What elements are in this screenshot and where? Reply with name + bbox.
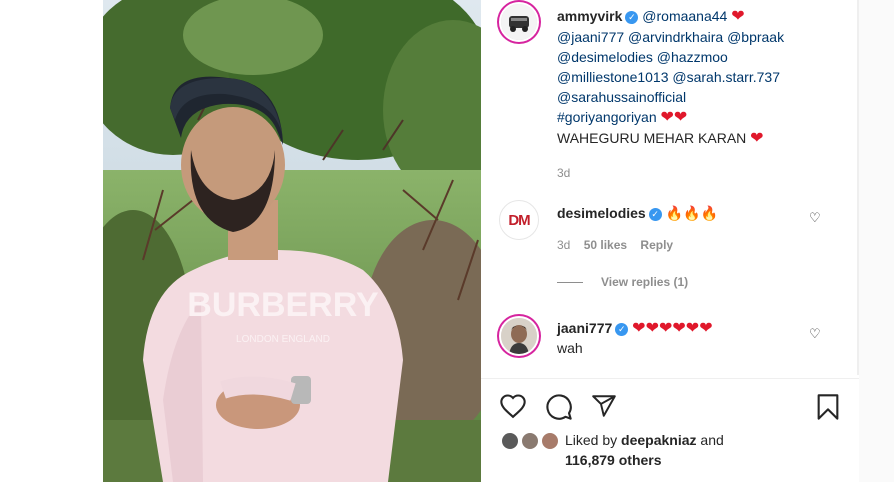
heart-emoji-icon: ❤ xyxy=(673,109,688,126)
author-username[interactable]: ammyvirk xyxy=(557,8,622,24)
liked-by-prefix: Liked by xyxy=(565,432,618,448)
caption-line[interactable]: @jaani777 @arvindrkhaira @bpraak xyxy=(557,27,852,47)
panel-divider xyxy=(481,378,859,379)
share-icon[interactable] xyxy=(590,393,618,419)
liker-avatar[interactable] xyxy=(500,431,520,451)
verified-icon: ✓ xyxy=(615,323,629,336)
caption-mention[interactable]: @romaana44 xyxy=(642,8,727,24)
caption-hashtag[interactable]: #goriyangoriyan xyxy=(557,109,657,125)
comment-body: jaani777 ✓ ❤❤❤❤❤❤ xyxy=(557,318,713,339)
caption-line[interactable]: @milliestone1013 @sarah.starr.737 xyxy=(557,67,852,87)
comment-like-icon[interactable]: ♡ xyxy=(809,326,821,342)
caption-text: WAHEGURU MEHAR KARAN xyxy=(557,130,747,146)
comment-body: desimelodies ✓ 🔥🔥🔥 xyxy=(557,203,718,223)
comment-meta: 3d 50 likes Reply xyxy=(557,238,673,252)
comment-avatar-text: DM xyxy=(508,211,530,229)
caption-line[interactable]: @sarahussainofficial xyxy=(557,87,852,107)
liker-avatar[interactable] xyxy=(520,431,540,451)
verified-icon: ✓ xyxy=(625,11,639,24)
shirt-brand-text: BURBERRY xyxy=(187,286,379,324)
comment-text: wah xyxy=(557,340,583,356)
comment-username[interactable]: jaani777 xyxy=(557,320,612,336)
caption-line[interactable]: @desimelodies @hazzmoo xyxy=(557,47,852,67)
heart-emoji-icon: ❤ xyxy=(660,109,674,126)
verified-icon: ✓ xyxy=(648,208,662,221)
right-page-background xyxy=(859,0,894,482)
liked-by-user[interactable]: deepakniaz xyxy=(621,432,696,448)
comment-username[interactable]: desimelodies xyxy=(557,205,646,221)
comment-icon[interactable] xyxy=(545,393,573,421)
heart-emoji-icon: ❤❤❤❤❤❤ xyxy=(632,320,713,337)
comment-avatar[interactable] xyxy=(499,316,539,356)
comment-likes[interactable]: 50 likes xyxy=(584,238,627,252)
bookmark-icon[interactable] xyxy=(815,393,841,421)
comment-avatar[interactable]: DM xyxy=(499,200,539,240)
liked-by-summary: Liked by deepakniaz and 116,879 others xyxy=(565,430,724,470)
comment-reply-button[interactable]: Reply xyxy=(640,238,673,252)
heart-emoji-icon: ❤ xyxy=(731,8,745,25)
liker-avatar[interactable] xyxy=(540,431,560,451)
comment-avatar-image xyxy=(501,318,537,354)
post-time[interactable]: 3d xyxy=(557,163,852,183)
comment-like-icon[interactable]: ♡ xyxy=(809,210,821,226)
liked-by-and: and xyxy=(700,432,724,448)
heart-emoji-icon: ❤ xyxy=(750,130,764,147)
fire-emoji-icon: 🔥🔥🔥 xyxy=(665,205,718,221)
replies-line xyxy=(557,282,583,283)
heart-icon[interactable] xyxy=(499,393,527,419)
video-frame: BURBERRY LONDON ENGLAND xyxy=(103,0,481,482)
shirt-brand-subtext: LONDON ENGLAND xyxy=(236,334,330,345)
author-avatar[interactable] xyxy=(499,2,539,42)
post-video[interactable]: BURBERRY LONDON ENGLAND xyxy=(103,0,481,482)
view-replies-button[interactable]: View replies (1) xyxy=(601,275,688,289)
comment-time[interactable]: 3d xyxy=(557,238,570,252)
left-page-background xyxy=(0,0,103,482)
liked-by-others[interactable]: 116,879 others xyxy=(565,452,662,468)
author-avatar-image xyxy=(501,4,537,40)
post-caption: ammyvirk ✓ @romaana44 ❤ @jaani777 @arvind… xyxy=(557,6,852,183)
